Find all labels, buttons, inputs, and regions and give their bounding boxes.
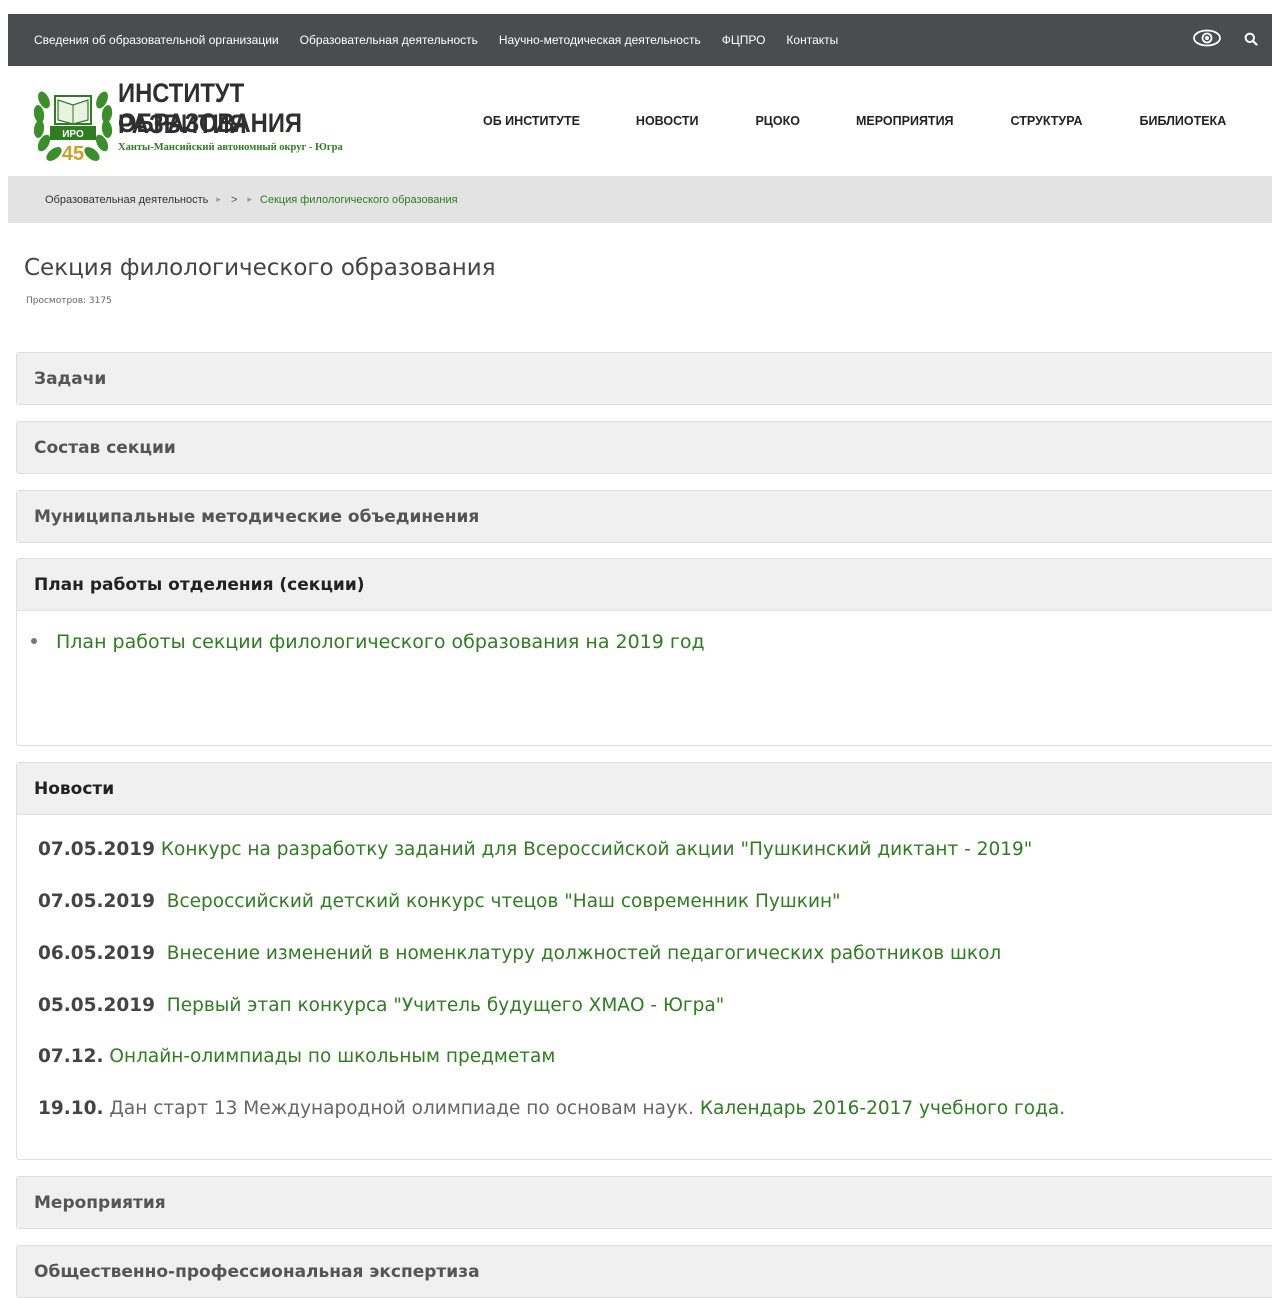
news-date: 07.12.	[38, 1046, 104, 1067]
top-nav: Сведения об образовательной организации …	[34, 14, 859, 66]
site-header: ИРО 45 ИНСТИТУТ РАЗВИТИЯ ОБРАЗОВАНИЯ Хан…	[8, 66, 1272, 176]
panel-header-expertise[interactable]: Общественно-профессиональная экспертиза	[17, 1246, 1272, 1297]
eye-icon[interactable]	[1192, 29, 1222, 51]
news-link[interactable]: Первый этап конкурса "Учитель будущего Х…	[155, 995, 724, 1016]
panel-header-news[interactable]: Новости	[17, 763, 1272, 815]
news-item: 07.12. Онлайн-олимпиады по школьным пред…	[38, 1046, 555, 1067]
search-icon[interactable]	[1244, 31, 1258, 50]
topnav-fcpro[interactable]: ФЦПРО	[722, 33, 766, 47]
nav-rcoko[interactable]: РЦОКО	[755, 114, 800, 128]
panel-news: Новости 07.05.2019 Конкурс на разработку…	[16, 762, 1272, 1160]
breadcrumb-bar: Образовательная деятельность ▸ > ▸ Секци…	[8, 176, 1272, 223]
plan-2019-link[interactable]: План работы секции филологического образ…	[56, 631, 705, 653]
wreath-emblem-icon: ИРО 45	[33, 91, 113, 164]
svg-text:45: 45	[62, 143, 84, 164]
top-bar: Сведения об образовательной организации …	[8, 14, 1272, 66]
topnav-education[interactable]: Образовательная деятельность	[300, 33, 478, 47]
calendar-link[interactable]: Календарь 2016-2017 учебного года.	[694, 1098, 1065, 1119]
news-item: 07.05.2019 Конкурс на разработку заданий…	[38, 839, 1032, 860]
panel-expertise: Общественно-профессиональная экспертиза	[16, 1245, 1272, 1298]
breadcrumb-separator-icon: ▸	[216, 194, 221, 204]
bullet-icon	[31, 637, 37, 644]
panel-header-tasks[interactable]: Задачи	[17, 353, 1272, 404]
logo-subtitle: Ханты-Мансийский автономный округ - Югра	[118, 142, 343, 153]
top-icons	[1192, 14, 1258, 66]
news-text: Дан старт 13 Международной олимпиаде по …	[103, 1098, 694, 1119]
news-date: 05.05.2019	[38, 995, 156, 1016]
panel-municipal: Муниципальные методические объединения	[16, 490, 1272, 543]
nav-library[interactable]: БИБЛИОТЕКА	[1139, 114, 1226, 128]
news-link[interactable]: Внесение изменений в номенклатуру должно…	[155, 943, 1001, 964]
view-count: Просмотров: 3175	[26, 296, 112, 306]
news-date: 06.05.2019	[38, 943, 156, 964]
panel-staff: Состав секции	[16, 421, 1272, 474]
news-date: 07.05.2019	[38, 839, 156, 860]
news-link[interactable]: Всероссийский детский конкурс чтецов "На…	[155, 891, 841, 912]
panel-header-plan[interactable]: План работы отделения (секции)	[17, 559, 1272, 611]
breadcrumb-current: Секция филологического образования	[259, 193, 458, 206]
panel-events: Мероприятия	[16, 1176, 1272, 1229]
nav-events[interactable]: МЕРОПРИЯТИЯ	[856, 114, 954, 128]
nav-structure[interactable]: СТРУКТУРА	[1011, 114, 1083, 128]
news-date: 19.10.	[38, 1098, 104, 1119]
logo-title-line2: ОБРАЗОВАНИЯ	[118, 108, 302, 138]
topnav-science[interactable]: Научно-методическая деятельность	[499, 33, 701, 47]
list-item: План работы секции филологического образ…	[31, 631, 705, 653]
panel-header-events[interactable]: Мероприятия	[17, 1177, 1272, 1228]
breadcrumb: Образовательная деятельность ▸ > ▸ Секци…	[45, 176, 458, 223]
news-item: 05.05.2019 Первый этап конкурса "Учитель…	[38, 995, 724, 1016]
page-title: Секция филологического образования	[24, 255, 496, 281]
news-item: 19.10. Дан старт 13 Международной олимпи…	[38, 1098, 1065, 1119]
topnav-org-info[interactable]: Сведения об образовательной организации	[34, 33, 279, 47]
panel-header-staff[interactable]: Состав секции	[17, 422, 1272, 473]
news-item: 07.05.2019 Всероссийский детский конкурс…	[38, 891, 841, 912]
panel-tasks: Задачи	[16, 352, 1272, 405]
breadcrumb-education[interactable]: Образовательная деятельность	[45, 194, 208, 206]
nav-about[interactable]: ОБ ИНСТИТУТЕ	[483, 114, 580, 128]
breadcrumb-separator-icon: ▸	[247, 194, 252, 204]
topnav-contacts[interactable]: Контакты	[786, 33, 838, 47]
site-logo[interactable]: ИРО 45 ИНСТИТУТ РАЗВИТИЯ ОБРАЗОВАНИЯ Хан…	[30, 78, 390, 164]
news-link[interactable]: Онлайн-олимпиады по школьным предметам	[104, 1046, 555, 1067]
news-link[interactable]: Конкурс на разработку заданий для Всерос…	[155, 839, 1032, 860]
main-nav: ОБ ИНСТИТУТЕ НОВОСТИ РЦОКО МЕРОПРИЯТИЯ С…	[483, 66, 1226, 176]
news-date: 07.05.2019	[38, 891, 156, 912]
panel-header-municipal[interactable]: Муниципальные методические объединения	[17, 491, 1272, 542]
nav-news[interactable]: НОВОСТИ	[636, 114, 699, 128]
news-item: 06.05.2019 Внесение изменений в номенкла…	[38, 943, 1001, 964]
panel-plan: План работы отделения (секции) План рабо…	[16, 558, 1272, 746]
breadcrumb-middle[interactable]: >	[231, 194, 237, 206]
svg-text:ИРО: ИРО	[62, 129, 84, 140]
